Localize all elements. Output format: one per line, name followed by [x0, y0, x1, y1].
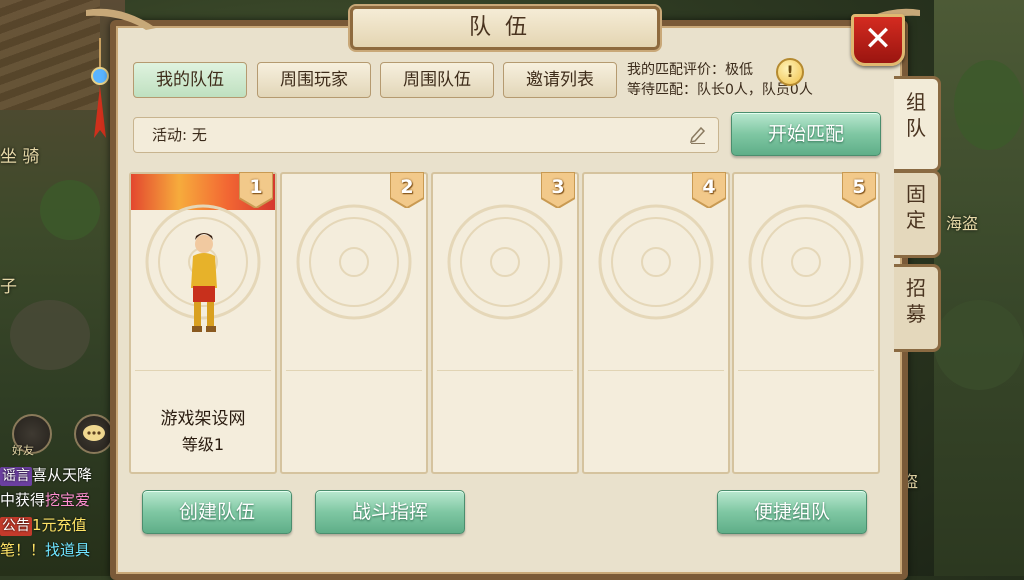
side-tab-char: 募	[906, 302, 926, 326]
mount-label: 坐 骑	[0, 147, 40, 167]
side-tab-char: 队	[906, 116, 926, 140]
chat-text: 1元充值	[32, 516, 87, 534]
chat-line: 中获得挖宝爱	[0, 488, 112, 513]
tree-decoration	[934, 300, 1024, 390]
player-name: 游戏架设网	[160, 409, 246, 429]
tab-invite-list[interactable]: 邀请列表	[503, 62, 617, 98]
rock-decoration	[10, 300, 90, 370]
tab-nearby-teams[interactable]: 周围队伍	[380, 62, 494, 98]
side-tab-char: 组	[906, 90, 926, 114]
tab-nearby-players[interactable]: 周围玩家	[257, 62, 371, 98]
house-roof	[0, 0, 100, 110]
amulet-ornament	[91, 38, 109, 138]
slot-divider	[738, 370, 874, 371]
rumor-tag: 谣言	[0, 467, 32, 486]
slot-number-badge	[541, 172, 575, 208]
tab-my-team[interactable]: 我的队伍	[133, 62, 247, 98]
player-character-avatar	[191, 233, 217, 332]
slot-divider	[135, 370, 271, 371]
chat-line: 公告 1元充值	[0, 513, 112, 538]
slot-number-badge	[239, 172, 273, 208]
game-world-right	[934, 0, 1024, 576]
slot-emblem	[598, 204, 714, 320]
activity-text: 活动: 无	[152, 126, 207, 144]
chat-button[interactable]	[74, 414, 114, 454]
side-tab-char: 固	[906, 182, 926, 206]
side-tab-fixed[interactable]: 固 定	[894, 170, 941, 258]
notice-tag: 公告	[0, 517, 32, 536]
slot-emblem	[447, 204, 563, 320]
slot-emblem	[296, 204, 412, 320]
team-slot-2[interactable]: 2	[280, 172, 428, 474]
quick-team-button[interactable]: 便捷组队	[717, 490, 867, 534]
chat-line: 谣言 喜从天降	[0, 463, 112, 488]
chat-bubble-icon	[83, 425, 105, 441]
battle-command-button[interactable]: 战斗指挥	[315, 490, 465, 534]
slot-number-badge	[692, 172, 726, 208]
pencil-icon[interactable]	[690, 126, 706, 144]
friends-label: 好友	[12, 444, 34, 457]
slot-divider	[588, 370, 724, 371]
slot-emblem	[748, 204, 864, 320]
player-level: 等级1	[181, 435, 225, 454]
chat-text: 中获得	[0, 491, 46, 509]
side-tab-recruit[interactable]: 招 募	[894, 264, 941, 352]
slot-divider	[286, 370, 422, 371]
start-match-button[interactable]: 开始匹配	[731, 112, 881, 156]
team-slot-5[interactable]: 5	[732, 172, 880, 474]
slot-number-badge	[842, 172, 876, 208]
slot-number-badge	[390, 172, 424, 208]
team-slot-4[interactable]: 4	[582, 172, 730, 474]
side-tab-char: 定	[906, 208, 926, 232]
chat-log: 谣言 喜从天降 中获得挖宝爱 公告 1元充值 笔！！找道具	[0, 463, 112, 563]
chat-highlight: 挖宝爱	[45, 491, 91, 509]
chat-text: 笔！！	[0, 541, 46, 559]
exclamation-icon[interactable]: !	[776, 58, 804, 86]
team-slot-3[interactable]: 3	[431, 172, 579, 474]
corner-ornament-left	[86, 8, 156, 31]
chat-text: 喜从天降	[32, 466, 93, 484]
window-title: 队伍	[350, 6, 660, 50]
side-tab-team[interactable]: 组 队	[894, 76, 941, 172]
activity-field[interactable]: 活动: 无	[133, 117, 719, 153]
tree-decoration	[954, 60, 1024, 150]
chat-line: 笔！！找道具	[0, 538, 112, 563]
bush-decoration	[40, 180, 100, 240]
slot-divider	[437, 370, 573, 371]
create-team-button[interactable]: 创建队伍	[142, 490, 292, 534]
side-tab-char: 招	[906, 276, 926, 300]
npc-label: 子	[0, 277, 17, 297]
chat-highlight: 找道具	[45, 541, 91, 559]
pirate-label: 海盗	[946, 214, 979, 233]
team-slot-1[interactable]: 游戏架设网 等级1 1	[129, 172, 277, 474]
close-button[interactable]: ✕	[851, 14, 905, 66]
